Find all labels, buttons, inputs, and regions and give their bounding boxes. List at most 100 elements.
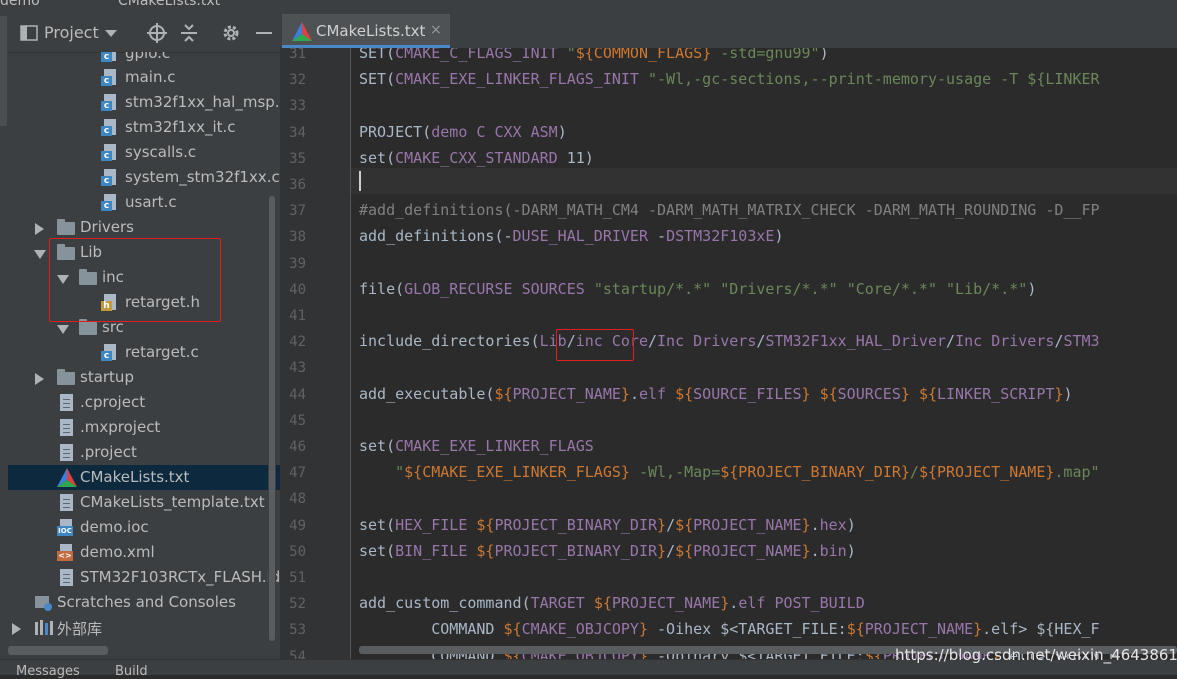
messages-tool-button[interactable]: Messages [16, 664, 80, 679]
tree-item-main-c[interactable]: c main.c [8, 65, 280, 90]
tree-item-syscalls-c[interactable]: c syscalls.c [8, 140, 280, 165]
tree-item-label: demo.ioc [80, 518, 149, 536]
code-line: COMMAND ${CMAKE_OBJCOPY} -Oihex $<TARGET… [431, 620, 1100, 639]
line-number-gutter: 31 32 33 34 35 36 37 38 39 40 41 42 43 44 45 46 47 48 49 50… [280, 46, 351, 665]
code-line: set(BIN_FILE ${PROJECT_BINARY_DIR}/${PRO… [359, 541, 856, 560]
tree-item-mxproject[interactable]: .mxproject [8, 415, 280, 440]
line-number: 43 [289, 360, 306, 377]
tree-item-label: stm32f1xx_hal_msp.c [125, 93, 280, 111]
code-line: add_definitions(-DUSE_HAL_DRIVER -DSTM32… [359, 227, 784, 246]
tree-item-stm32f1xx-hal-msp-c[interactable]: c stm32f1xx_hal_msp.c [8, 90, 280, 115]
tree-horizontal-scrollbar[interactable] [8, 646, 108, 655]
code-line: add_executable(${PROJECT_NAME}.elf ${SOU… [359, 384, 1073, 403]
tree-item-label: startup [80, 368, 134, 386]
tree-item-system-stm32f1xx-c[interactable]: c system_stm32f1xx.c [8, 165, 280, 190]
project-tree: c gpio.c c main.c c stm32f1xx_hal_msp.c … [8, 52, 280, 652]
close-icon[interactable]: × [430, 22, 442, 38]
tree-item-usart-c[interactable]: c usart.c [8, 190, 280, 215]
collapse-arrow-icon[interactable] [34, 250, 46, 259]
line-number: 51 [289, 570, 306, 586]
chevron-down-icon[interactable] [105, 30, 117, 38]
line-number: 39 [289, 255, 306, 272]
c-file-icon: c [101, 169, 117, 186]
tree-item-flash-ld[interactable]: STM32F103RCTx_FLASH.ld [8, 565, 280, 590]
c-file-icon: c [101, 144, 117, 161]
tree-item-label: system_stm32f1xx.c [125, 168, 280, 186]
watermark: https://blog.csdn.net/weixin_46438614 [895, 646, 1177, 664]
tree-item-label: CMakeLists.txt [80, 468, 190, 486]
code-line: SET(CMAKE_C_FLAGS_INIT "${COMMON_FLAGS} … [359, 48, 829, 62]
project-tool-button[interactable] [0, 16, 7, 126]
xml-file-icon: <> [57, 544, 73, 561]
file-icon [60, 569, 73, 586]
tree-item-label: Drivers [80, 218, 134, 236]
tree-item-gpio-c[interactable]: c gpio.c [8, 52, 280, 66]
annotation-box-lib-inc [49, 238, 221, 322]
line-number: 38 [289, 229, 306, 246]
tree-item-cproject[interactable]: .cproject [8, 390, 280, 415]
tree-item-label: retarget.c [125, 343, 199, 361]
tree-item-stm32f1xx-it-c[interactable]: c stm32f1xx_it.c [8, 115, 280, 140]
file-icon [60, 419, 73, 436]
c-file-icon: c [101, 344, 117, 361]
tree-item-retarget-c[interactable]: c retarget.c [8, 340, 280, 365]
library-icon [35, 620, 53, 635]
project-view-icon [20, 25, 38, 41]
c-file-icon: c [101, 94, 117, 111]
scratches-icon [35, 596, 52, 611]
collapse-all-icon[interactable] [180, 23, 198, 43]
tree-item-demo-xml[interactable]: <> demo.xml [8, 540, 280, 565]
line-number: 47 [289, 465, 306, 482]
code-editor[interactable]: SET(CMAKE_C_FLAGS_INIT "${COMMON_FLAGS} … [351, 48, 1177, 659]
minimize-icon[interactable] [256, 32, 272, 35]
folder-icon [79, 319, 97, 335]
c-file-icon: c [101, 52, 117, 62]
build-tool-button[interactable]: Build [115, 664, 148, 679]
annotation-box-lib-inc-code [556, 329, 634, 362]
line-number: 49 [289, 517, 306, 534]
file-icon [60, 444, 73, 461]
tree-item-cmakelists-template-txt[interactable]: CMakeLists_template.txt [8, 490, 280, 515]
code-line: PROJECT(demo C CXX ASM) [359, 122, 567, 141]
project-panel: Project c gpio.c c main.c c stm32f1xx_ha… [8, 14, 280, 659]
tree-item-label: usart.c [125, 193, 177, 211]
project-panel-title[interactable]: Project [44, 23, 99, 42]
tree-item-label: CMakeLists_template.txt [80, 493, 265, 511]
expand-arrow-icon[interactable] [12, 623, 21, 635]
breadcrumb-file[interactable]: CMakeLists.txt [118, 0, 220, 9]
tab-cmakelists[interactable]: CMakeLists.txt × [282, 14, 450, 48]
tree-item-label: syscalls.c [125, 143, 197, 161]
line-number: 44 [289, 386, 306, 403]
expand-arrow-icon[interactable] [35, 373, 44, 385]
line-number: 46 [289, 439, 306, 455]
gear-icon[interactable] [221, 23, 241, 43]
tree-scrollbar[interactable] [269, 196, 275, 641]
tree-item-label: .project [80, 443, 137, 461]
line-number: 36 [289, 177, 306, 193]
tree-item-cmakelists-txt[interactable]: CMakeLists.txt [8, 465, 280, 490]
code-line: set(CMAKE_CXX_STANDARD 11) [359, 148, 594, 167]
folder-icon [57, 369, 75, 385]
line-number: 42 [289, 334, 306, 351]
tree-item-drivers[interactable]: Drivers [8, 215, 280, 240]
tree-item-external-libraries[interactable]: 外部库 [8, 615, 280, 640]
code-line: set(CMAKE_EXE_LINKER_FLAGS [359, 437, 594, 455]
tree-item-scratches[interactable]: Scratches and Consoles [8, 590, 280, 615]
breadcrumb-project[interactable]: demo [0, 0, 40, 9]
collapse-arrow-icon[interactable] [57, 325, 69, 334]
tree-item-label: stm32f1xx_it.c [125, 118, 236, 136]
tree-item-project[interactable]: .project [8, 440, 280, 465]
breadcrumb: demo CMakeLists.txt [0, 0, 1177, 14]
line-number: 34 [289, 124, 306, 141]
tree-item-label: main.c [125, 68, 176, 86]
expand-arrow-icon[interactable] [35, 223, 44, 235]
tree-item-startup[interactable]: startup [8, 365, 280, 390]
line-number: 32 [289, 72, 306, 89]
tree-item-demo-ioc[interactable]: IOC demo.ioc [8, 515, 280, 540]
locate-file-icon[interactable] [147, 23, 167, 43]
code-line: "${CMAKE_EXE_LINKER_FLAGS} -Wl,-Map=${PR… [395, 463, 1100, 482]
tree-item-label: STM32F103RCTx_FLASH.ld [80, 568, 280, 586]
code-line: file(GLOB_RECURSE SOURCES "startup/*.*" … [359, 279, 1037, 298]
line-number: 53 [289, 622, 306, 639]
ioc-file-icon: IOC [57, 519, 73, 536]
